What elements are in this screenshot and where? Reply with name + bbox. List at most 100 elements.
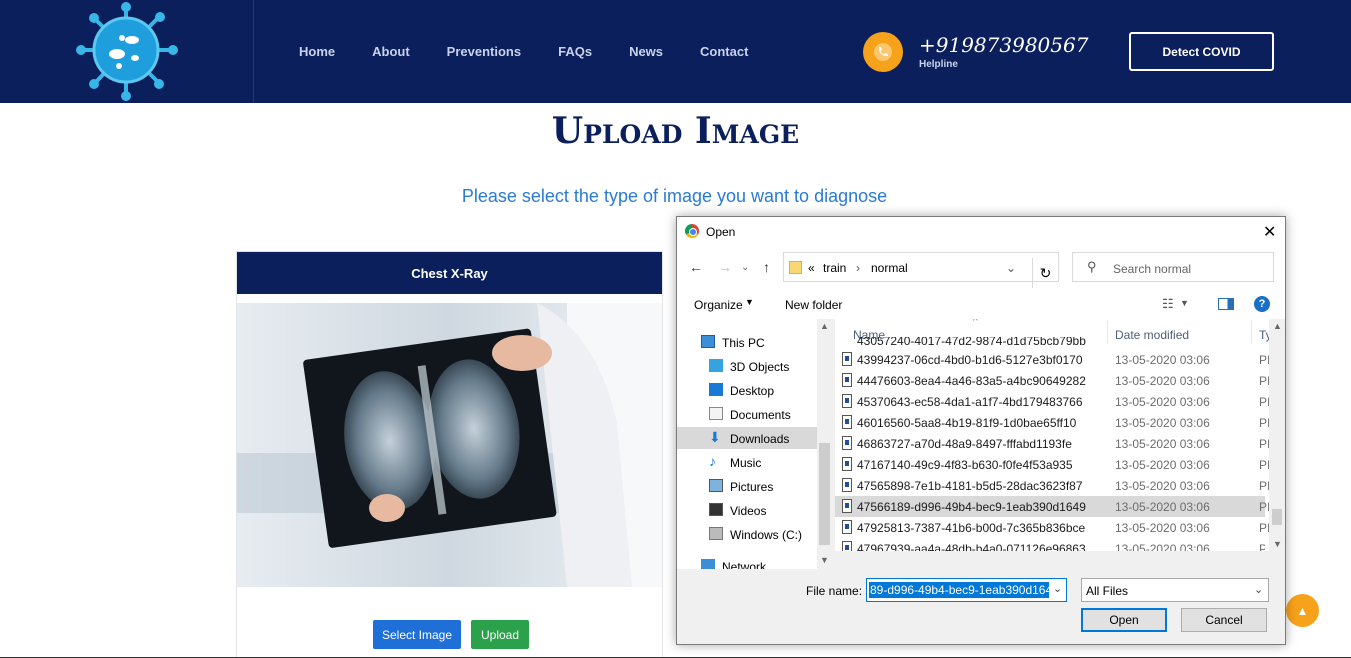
chevron-down-icon[interactable]: ⌄: [1006, 261, 1016, 275]
search-placeholder: Search normal: [1113, 262, 1192, 276]
file-type-select[interactable]: All Files ⌄: [1081, 578, 1269, 602]
breadcrumb-overflow[interactable]: «: [808, 261, 815, 275]
file-row[interactable]: 47167140-49c9-4f83-b630-f0fe4f53a935 13-0…: [835, 454, 1270, 475]
cube-icon: [709, 359, 723, 372]
view-dropdown-icon[interactable]: ▼: [1180, 298, 1189, 308]
nav-news[interactable]: News: [629, 44, 663, 59]
file-row-selected[interactable]: 47566189-d996-49b4-bec9-1eab390d1649 13-0…: [835, 496, 1270, 517]
navigation-scrollbar[interactable]: ▲ ▼: [817, 319, 832, 569]
nav-home[interactable]: Home: [299, 44, 335, 59]
tree-item-windows-c[interactable]: Windows (C:): [677, 523, 817, 545]
search-input[interactable]: ⚲ Search normal: [1072, 252, 1274, 282]
file-list-scrollbar[interactable]: ▲ ▼: [1269, 319, 1285, 551]
navigation-pane: This PC 3D Objects Desktop Documents ⬇ D…: [677, 319, 832, 569]
address-bar[interactable]: « train › normal ⌄ ↻: [783, 252, 1059, 288]
dialog-title: Open: [706, 225, 736, 239]
tree-item-videos[interactable]: Videos: [677, 499, 817, 521]
file-icon: [842, 415, 852, 429]
nav-about[interactable]: About: [372, 44, 410, 59]
chevron-up-icon: ▲: [1296, 603, 1309, 618]
breadcrumb-train[interactable]: train: [823, 261, 846, 275]
breadcrumb-separator-icon: ›: [856, 261, 860, 275]
file-row[interactable]: 45370643-ec58-4da1-a1f7-4bd179483766 13-0…: [835, 391, 1270, 412]
tree-item-documents[interactable]: Documents: [677, 403, 817, 425]
dialog-toolbar: ← → ⌄ ↑ « train › normal ⌄ ↻ ⚲ Search no…: [677, 247, 1285, 289]
card-title: Chest X-Ray: [237, 252, 662, 294]
file-row[interactable]: 46863727-a70d-48a9-8497-fffabd1193fe 13-0…: [835, 433, 1270, 454]
page-title: Upload Image: [551, 110, 800, 152]
forward-arrow-icon[interactable]: →: [718, 259, 732, 275]
preview-pane-icon[interactable]: [1218, 298, 1234, 310]
file-icon: [842, 457, 852, 471]
document-icon: [709, 407, 723, 420]
refresh-icon[interactable]: ↻: [1032, 258, 1058, 288]
scroll-up-icon[interactable]: ▲: [1273, 321, 1282, 331]
file-icon: [842, 436, 852, 450]
nav-preventions[interactable]: Preventions: [447, 44, 521, 59]
scroll-top-button[interactable]: ▲: [1286, 594, 1319, 627]
file-row[interactable]: 47565898-7e1b-4181-b5d5-28dac3623f87 13-0…: [835, 475, 1270, 496]
tree-item-music[interactable]: ♪ Music: [677, 451, 817, 473]
site-header: Home About Preventions FAQs News Contact…: [0, 0, 1351, 103]
file-name-label: File name:: [806, 584, 863, 598]
file-list: Name ^ Date modified Ty 43057240-4017-47…: [835, 319, 1285, 551]
back-arrow-icon[interactable]: ←: [689, 259, 703, 275]
file-row[interactable]: 44476603-8ea4-4a46-83a5-a4bc90649282 13-0…: [835, 370, 1270, 391]
organize-dropdown-icon: ▼: [745, 297, 754, 307]
up-arrow-icon[interactable]: ↑: [763, 259, 770, 275]
tree-item-pictures[interactable]: Pictures: [677, 475, 817, 497]
close-icon[interactable]: ✕: [1263, 222, 1276, 242]
file-row[interactable]: 47967939-aa4a-48db-b4a0-071126e96863 13-0…: [835, 538, 1265, 551]
folder-icon: [789, 261, 802, 274]
open-file-dialog: Open ✕ ← → ⌄ ↑ « train › normal ⌄ ↻ ⚲ Se…: [676, 216, 1286, 645]
view-options-icon[interactable]: ☷: [1162, 296, 1174, 312]
desktop-icon: [709, 383, 723, 396]
upload-button[interactable]: Upload: [471, 620, 529, 649]
command-bar: Organize ▼ New folder ☷ ▼ ?: [677, 289, 1285, 319]
file-icon: [842, 541, 852, 551]
chest-xray-card: Chest X-Ray Select Image Upload: [236, 251, 663, 658]
cancel-button[interactable]: Cancel: [1181, 608, 1267, 632]
helpline-label: Helpline: [919, 59, 958, 70]
scroll-thumb[interactable]: [819, 443, 830, 545]
virus-logo-icon[interactable]: [72, 0, 180, 103]
pictures-icon: [709, 479, 723, 492]
phone-icon[interactable]: [863, 32, 903, 72]
page-subtitle: Please select the type of image you want…: [461, 186, 888, 206]
chrome-icon: [685, 224, 699, 238]
tree-item-this-pc[interactable]: This PC: [677, 331, 817, 353]
open-button[interactable]: Open: [1081, 608, 1167, 632]
tree-item-downloads[interactable]: ⬇ Downloads: [677, 427, 817, 449]
file-name-input[interactable]: 89-d996-49b4-bec9-1eab390d1649 ⌄: [866, 578, 1067, 602]
music-icon: ♪: [709, 453, 716, 469]
file-row[interactable]: 43994237-06cd-4bd0-b1d6-5127e3bf0170 13-0…: [835, 349, 1270, 370]
tree-item-desktop[interactable]: Desktop: [677, 379, 817, 401]
breadcrumb-normal[interactable]: normal: [871, 261, 908, 275]
file-row[interactable]: 43057240-4017-47d2-9874-d1d75bcb79bb: [835, 337, 1265, 349]
tree-item-3d-objects[interactable]: 3D Objects: [677, 355, 817, 377]
file-row[interactable]: 47925813-7387-41b6-b00d-7c365b836bce 13-0…: [835, 517, 1270, 538]
scroll-down-icon[interactable]: ▼: [1273, 539, 1282, 549]
organize-menu[interactable]: Organize: [694, 298, 743, 312]
nav-faqs[interactable]: FAQs: [558, 44, 592, 59]
chevron-down-icon: ⌄: [1254, 584, 1264, 596]
file-icon: [842, 499, 852, 513]
chevron-down-icon[interactable]: ⌄: [1053, 582, 1062, 595]
header-divider: [253, 0, 254, 103]
scroll-up-icon[interactable]: ▲: [820, 321, 829, 331]
file-list-hscrollbar[interactable]: [835, 551, 1269, 569]
scroll-down-icon[interactable]: ▼: [820, 555, 829, 565]
file-icon: [842, 373, 852, 387]
scroll-thumb[interactable]: [1272, 509, 1282, 525]
nav-contact[interactable]: Contact: [700, 44, 748, 59]
new-folder-button[interactable]: New folder: [785, 298, 842, 312]
detect-covid-button[interactable]: Detect COVID: [1129, 32, 1274, 71]
select-image-button[interactable]: Select Image: [373, 620, 461, 649]
file-icon: [842, 352, 852, 366]
helpline-number[interactable]: +919873980567: [919, 33, 1088, 57]
recent-dropdown-icon[interactable]: ⌄: [741, 262, 749, 273]
file-row[interactable]: 46016560-5aa8-4b19-81f9-1d0bae65ff10 13-0…: [835, 412, 1270, 433]
help-icon[interactable]: ?: [1254, 296, 1270, 312]
doctor-xray-image: [237, 303, 662, 587]
tree-item-network[interactable]: Network: [677, 555, 817, 569]
